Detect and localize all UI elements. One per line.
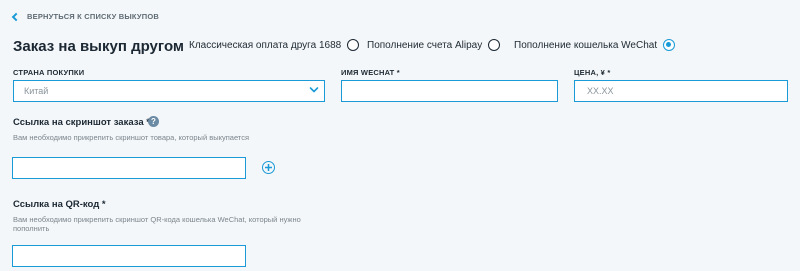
radio-button-alipay[interactable] bbox=[488, 39, 501, 51]
price-input[interactable]: XX.XX bbox=[574, 80, 788, 102]
radio-button-1688[interactable] bbox=[347, 39, 360, 51]
price-placeholder: XX.XX bbox=[587, 86, 614, 96]
price-label: ЦЕНА, ¥ * bbox=[574, 68, 611, 77]
qr-link-hint-line2: пополнить bbox=[13, 224, 50, 233]
radio-option-1688[interactable]: Классическая оплата друга 1688 bbox=[189, 39, 360, 51]
wechat-name-input[interactable] bbox=[341, 80, 558, 102]
chevron-left-icon bbox=[11, 12, 21, 21]
back-to-list-link[interactable]: ВЕРНУТЬСЯ К СПИСКУ ВЫКУПОВ bbox=[11, 12, 159, 21]
help-icon[interactable]: ? bbox=[148, 116, 159, 127]
radio-label-alipay: Пополнение счета Alipay bbox=[367, 39, 483, 51]
country-select[interactable]: Китай bbox=[13, 80, 325, 102]
screenshot-link-hint: Вам необходимо прикрепить скриншот товар… bbox=[13, 133, 250, 142]
radio-option-wechat[interactable]: Пополнение кошелька WeChat bbox=[514, 39, 676, 51]
radio-label-wechat: Пополнение кошелька WeChat bbox=[514, 39, 658, 51]
plus-icon bbox=[265, 164, 272, 171]
country-label: СТРАНА ПОКУПКИ bbox=[13, 68, 85, 77]
radio-option-alipay[interactable]: Пополнение счета Alipay bbox=[367, 39, 501, 51]
page-title: Заказ на выкуп другом bbox=[13, 38, 185, 55]
chevron-down-icon bbox=[309, 87, 319, 93]
qr-link-title: Ссылка на QR-код * bbox=[13, 199, 106, 210]
radio-label-1688: Классическая оплата друга 1688 bbox=[189, 39, 342, 51]
add-link-button[interactable] bbox=[262, 161, 275, 174]
screenshot-link-input[interactable] bbox=[12, 157, 246, 179]
radio-button-wechat[interactable] bbox=[663, 39, 676, 51]
back-link-label: ВЕРНУТЬСЯ К СПИСКУ ВЫКУПОВ bbox=[27, 12, 159, 21]
wechat-name-label: ИМЯ WECHAT * bbox=[341, 68, 400, 77]
screenshot-link-title: Ссылка на скриншот заказа * bbox=[13, 117, 150, 128]
qr-link-hint-line1: Вам необходимо прикрепить скриншот QR-ко… bbox=[13, 215, 301, 224]
country-select-value: Китай bbox=[24, 86, 49, 96]
qr-link-input[interactable] bbox=[12, 245, 246, 267]
